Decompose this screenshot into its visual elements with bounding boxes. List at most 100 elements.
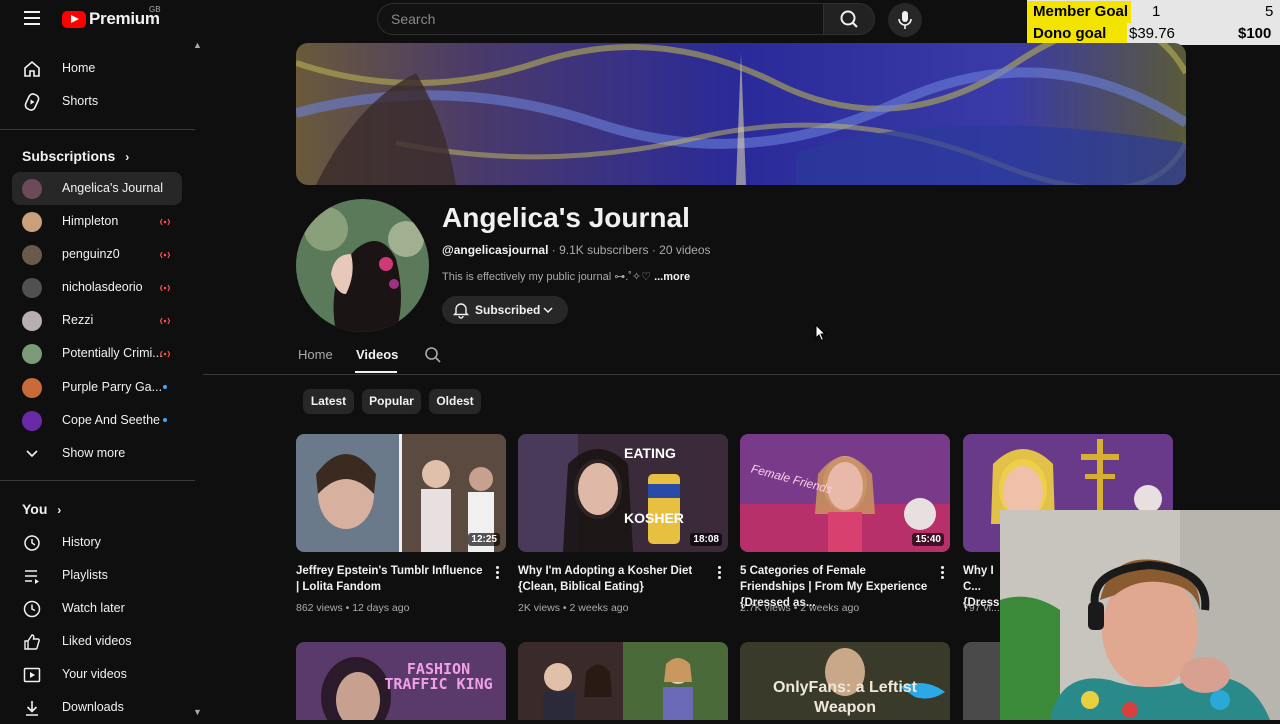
sidebar-sub-cope-and-seethe[interactable]: Cope And Seethe — [12, 404, 182, 437]
search-button[interactable] — [823, 3, 875, 35]
sidebar-item-label: Shorts — [62, 94, 99, 108]
stream-goals-overlay: Member Goal 1 5 Dono goal $39.76 $100 — [1027, 0, 1280, 45]
video-thumbnail[interactable] — [518, 642, 728, 720]
voice-search-button[interactable] — [888, 3, 922, 37]
sidebar-item-liked-videos[interactable]: Liked videos — [12, 625, 182, 658]
avatar — [22, 344, 42, 364]
member-goal-label: Member Goal — [1027, 1, 1131, 23]
channel-avatar[interactable] — [296, 199, 429, 332]
sidebar-sub-rezzi[interactable]: Rezzi — [12, 304, 182, 337]
subscriber-count: 9.1K subscribers — [559, 243, 649, 257]
sidebar-item-history[interactable]: History — [12, 526, 182, 559]
search-icon — [840, 10, 858, 28]
thumbnail-overlay-bottom: KOSHER — [624, 510, 684, 526]
more-actions-icon[interactable] — [718, 566, 722, 580]
avatar — [22, 411, 42, 431]
channel-search-icon[interactable] — [424, 346, 442, 364]
logo-region: GB — [149, 5, 161, 14]
video-title[interactable]: Jeffrey Epstein's Tumblr Influence | Lol… — [296, 563, 486, 595]
streamer-webcam — [1000, 510, 1280, 720]
channel-description[interactable]: This is effectively my public journal ⊶.… — [442, 270, 690, 283]
chip-latest[interactable]: Latest — [303, 389, 354, 414]
playlists-icon — [25, 570, 39, 584]
video-thumbnail[interactable]: FASHION TRAFFIC KING — [296, 642, 506, 720]
youtube-logo-icon[interactable] — [62, 11, 86, 28]
sidebar-item-home[interactable]: Home — [12, 52, 182, 85]
dono-goal-target: $100 — [1238, 25, 1272, 42]
avatar — [22, 278, 42, 298]
sidebar-sub-purple-parry[interactable]: Purple Parry Ga... — [12, 371, 182, 404]
tab-videos[interactable]: Videos — [356, 347, 398, 362]
sidebar-show-more[interactable]: Show more — [12, 437, 182, 470]
new-content-dot — [163, 418, 167, 422]
you-heading[interactable]: You › — [22, 501, 61, 517]
dono-goal-row: Dono goal $39.76 $100 — [1027, 23, 1280, 45]
shorts-icon — [24, 93, 40, 111]
video-thumbnail[interactable] — [963, 642, 1000, 720]
sidebar-item-your-videos[interactable]: Your videos — [12, 658, 182, 691]
video-thumbnail[interactable]: EATING KOSHER 18:08 — [518, 434, 728, 552]
member-goal-current: 1 — [1152, 3, 1161, 20]
sidebar-scroll-up-icon[interactable]: ▲ — [193, 40, 202, 50]
webcam-image — [1000, 510, 1280, 720]
sidebar-scroll-down-icon[interactable]: ▼ — [193, 707, 202, 717]
sidebar: ▲ Home Shorts Subscriptions › Angelica's… — [0, 40, 202, 720]
watch-later-icon — [23, 600, 41, 618]
sidebar-item-watch-later[interactable]: Watch later — [12, 592, 182, 625]
chip-popular[interactable]: Popular — [362, 389, 421, 414]
channel-meta: @angelicasjournal · 9.1K subscribers · 2… — [442, 243, 711, 257]
video-duration: 18:08 — [690, 533, 722, 546]
sidebar-divider — [0, 480, 195, 481]
sidebar-item-shorts[interactable]: Shorts — [12, 85, 182, 118]
new-content-dot — [163, 385, 167, 389]
member-goal-row: Member Goal 1 5 — [1027, 1, 1280, 23]
like-icon — [24, 634, 40, 650]
video-thumbnail[interactable]: OnlyFans: a Leftist Weapon — [740, 642, 950, 720]
thumbnail-image — [963, 642, 1000, 720]
chevron-down-icon — [26, 450, 38, 458]
channel-name: Angelica's Journal — [442, 202, 690, 233]
dono-goal-current: $39.76 — [1129, 25, 1175, 42]
video-duration: 12:25 — [468, 533, 500, 546]
sidebar-sub-nicholasdeorio[interactable]: nicholasdeorio — [12, 271, 182, 304]
video-duration: 15:40 — [912, 533, 944, 546]
mouse-cursor-icon — [815, 324, 827, 342]
active-tab-indicator — [355, 371, 397, 373]
subscribed-button[interactable]: Subscribed — [442, 296, 568, 324]
video-meta: 797 vi... — [963, 602, 1000, 614]
live-icon — [160, 317, 170, 325]
mic-icon — [898, 11, 912, 29]
thumbnail-overlay-text: FASHION TRAFFIC KING — [384, 660, 493, 693]
sidebar-sub-potentially-criminal[interactable]: Potentially Crimi... — [12, 337, 182, 370]
video-thumbnail[interactable]: 12:25 — [296, 434, 506, 552]
sidebar-sub-himpleton[interactable]: Himpleton — [12, 205, 182, 238]
subscriptions-heading[interactable]: Subscriptions › — [22, 148, 129, 164]
member-goal-target: 5 — [1265, 3, 1274, 20]
avatar — [22, 212, 42, 232]
video-title[interactable]: Why I'm Adopting a Kosher Diet {Clean, B… — [518, 563, 708, 595]
video-meta: 2.7K views • 2 weeks ago — [740, 602, 860, 614]
chip-oldest[interactable]: Oldest — [429, 389, 481, 414]
download-icon — [26, 701, 38, 716]
video-count: 20 videos — [659, 243, 711, 257]
sidebar-sub-angelicas-journal[interactable]: Angelica's Journal — [12, 172, 182, 205]
subscribed-label: Subscribed — [475, 303, 541, 317]
search-input[interactable] — [378, 4, 823, 34]
sidebar-item-downloads[interactable]: Downloads — [12, 691, 182, 724]
video-thumbnail[interactable]: Female Friends 15:40 — [740, 434, 950, 552]
live-icon — [160, 284, 170, 292]
live-icon — [160, 251, 170, 259]
home-icon — [24, 60, 40, 77]
more-link[interactable]: ...more — [654, 271, 690, 283]
live-icon — [160, 218, 170, 226]
chevron-right-icon: › — [125, 150, 130, 164]
avatar — [22, 378, 42, 398]
tab-home[interactable]: Home — [298, 347, 333, 362]
menu-icon[interactable] — [24, 11, 40, 25]
dono-goal-label: Dono goal — [1027, 23, 1127, 45]
sidebar-sub-penguinz0[interactable]: penguinz0 — [12, 238, 182, 271]
more-actions-icon[interactable] — [941, 566, 945, 580]
more-actions-icon[interactable] — [496, 566, 500, 580]
avatar-image — [296, 199, 429, 332]
sidebar-item-playlists[interactable]: Playlists — [12, 559, 182, 592]
